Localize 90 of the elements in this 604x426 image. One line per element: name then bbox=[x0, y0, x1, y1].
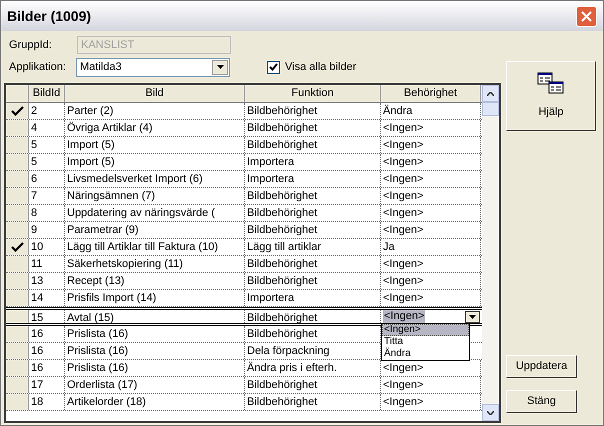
table-cell: <Ingen> bbox=[381, 394, 481, 410]
table-cell: 7 bbox=[29, 188, 65, 204]
table-cell: 6 bbox=[29, 171, 65, 187]
table-cell: 10 bbox=[29, 239, 65, 255]
dropdown-option[interactable]: Titta bbox=[382, 336, 469, 348]
row-selector[interactable] bbox=[6, 103, 29, 119]
table-cell: Säkerhetskopiering (11) bbox=[65, 256, 245, 272]
table-cell: 9 bbox=[29, 222, 65, 238]
table-cell: <Ingen> bbox=[381, 256, 481, 272]
column-header[interactable]: Behörighet bbox=[381, 85, 481, 102]
table-cell: 16 bbox=[29, 343, 65, 359]
table-cell: Övriga Artiklar (4) bbox=[65, 120, 245, 136]
table-cell: Orderlista (17) bbox=[65, 377, 245, 393]
table-cell: <Ingen> bbox=[381, 222, 481, 238]
table-cell: 14 bbox=[29, 290, 65, 306]
table-cell: Lägg till artiklar bbox=[245, 239, 381, 255]
close-button[interactable] bbox=[576, 6, 597, 26]
table-cell: <Ingen> bbox=[381, 120, 481, 136]
table-cell: 8 bbox=[29, 205, 65, 221]
column-header[interactable]: Funktion bbox=[245, 85, 381, 102]
table-cell: Lägg till Artiklar till Faktura (10) bbox=[65, 239, 245, 255]
table-cell: <Ingen> bbox=[381, 188, 481, 204]
close-icon bbox=[581, 10, 592, 22]
table-cell: Artikelorder (18) bbox=[65, 394, 245, 410]
table-cell: 5 bbox=[29, 154, 65, 170]
table-cell: Ändra bbox=[381, 103, 481, 119]
table-cell: Importera bbox=[245, 290, 381, 306]
table-cell: Parametrar (9) bbox=[65, 222, 245, 238]
table-cell: Bildbehörighet bbox=[245, 273, 381, 289]
dropdown-option[interactable]: <Ingen> bbox=[382, 324, 469, 336]
windows-icon bbox=[537, 72, 565, 94]
dropdown-option[interactable]: Ändra bbox=[382, 348, 469, 360]
table-cell: 16 bbox=[29, 360, 65, 376]
permission-dropdown[interactable]: <Ingen> bbox=[381, 310, 481, 323]
table-cell: 15 bbox=[29, 310, 65, 323]
table-cell: Bildbehörighet bbox=[245, 222, 381, 238]
caret-icon bbox=[469, 314, 476, 318]
table-cell: Importera bbox=[245, 154, 381, 170]
table-cell: 2 bbox=[29, 103, 65, 119]
caret-icon bbox=[216, 65, 224, 69]
row-selector[interactable] bbox=[6, 239, 29, 255]
application-dropdown[interactable]: Matilda3 bbox=[76, 58, 230, 76]
table-cell: <Ingen> bbox=[381, 171, 481, 187]
table-cell: Bildbehörighet bbox=[245, 377, 381, 393]
table-cell: <Ingen> bbox=[381, 154, 481, 170]
check-icon bbox=[269, 63, 278, 71]
column-header[interactable]: BildId bbox=[29, 85, 65, 102]
scroll-thumb[interactable] bbox=[482, 102, 499, 116]
table-cell: Bildbehörighet bbox=[245, 394, 381, 410]
table-cell: <Ingen> bbox=[381, 205, 481, 221]
table-cell: Recept (13) bbox=[65, 273, 245, 289]
table-cell: Import (5) bbox=[65, 154, 245, 170]
table-cell: Ja bbox=[381, 239, 481, 255]
table-cell: Näringsämnen (7) bbox=[65, 188, 245, 204]
group-id-label: GruppId: bbox=[8, 38, 53, 53]
scrollbar[interactable] bbox=[482, 85, 499, 421]
table-cell: Bildbehörighet bbox=[245, 188, 381, 204]
application-label: Applikation: bbox=[8, 60, 67, 75]
table-cell: Uppdatering av näringsvärde ( bbox=[65, 205, 245, 221]
window-title: Bilder (1009) bbox=[7, 6, 92, 26]
show-all-checkbox[interactable]: Visa alla bilder bbox=[267, 58, 356, 76]
table-cell: <Ingen> bbox=[381, 273, 481, 289]
table-cell: Bildbehörighet bbox=[245, 256, 381, 272]
table-cell: <Ingen> bbox=[381, 137, 481, 153]
table-cell: Bildbehörighet bbox=[245, 103, 381, 119]
column-header[interactable]: Bild bbox=[65, 85, 245, 102]
table-cell: Livsmedelsverket Import (6) bbox=[65, 171, 245, 187]
table-cell: Bildbehörighet bbox=[245, 205, 381, 221]
close-dialog-button[interactable]: Stäng bbox=[506, 390, 577, 413]
table-cell: Prislista (16) bbox=[65, 343, 245, 359]
table-cell: 13 bbox=[29, 273, 65, 289]
update-button[interactable]: Uppdatera bbox=[506, 355, 577, 378]
table-cell: <Ingen> bbox=[381, 377, 481, 393]
table-cell: 16 bbox=[29, 326, 65, 342]
table-cell: Prisfils Import (14) bbox=[65, 290, 245, 306]
table-cell: Bildbehörighet bbox=[245, 120, 381, 136]
table-cell: Avtal (15) bbox=[65, 310, 245, 323]
table-cell: 11 bbox=[29, 256, 65, 272]
table-cell: Import (5) bbox=[65, 137, 245, 153]
table-cell: Prislista (16) bbox=[65, 326, 245, 342]
table-cell: 4 bbox=[29, 120, 65, 136]
table-cell: <Ingen> bbox=[381, 290, 481, 306]
table-cell: 5 bbox=[29, 137, 65, 153]
table-cell: Bildbehörighet bbox=[245, 137, 381, 153]
table-cell: Importera bbox=[245, 171, 381, 187]
table-cell: 18 bbox=[29, 394, 65, 410]
table-cell: Prislista (16) bbox=[65, 360, 245, 376]
table-cell: 17 bbox=[29, 377, 65, 393]
help-button[interactable]: Hjälp bbox=[506, 61, 596, 131]
table-cell: Parter (2) bbox=[65, 103, 245, 119]
